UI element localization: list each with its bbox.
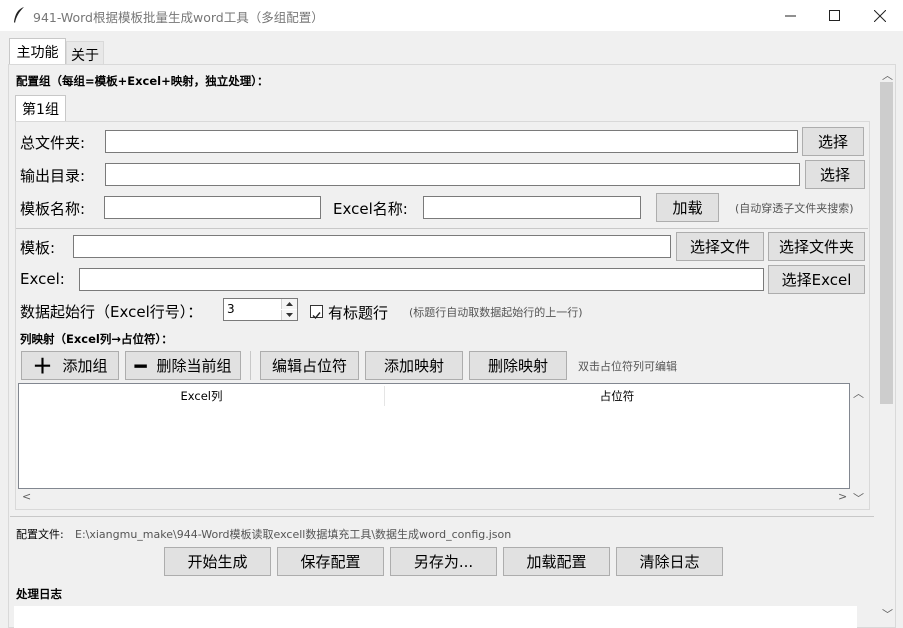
start-generate-button[interactable]: 开始生成 [164, 547, 271, 576]
select-excel-button[interactable]: 选择Excel [768, 265, 865, 294]
excel-name-label: Excel名称: [333, 200, 408, 218]
main-scrollbar[interactable]: ︿ [878, 66, 895, 626]
scroll-up-icon[interactable]: ︿ [882, 67, 893, 83]
template-label: 模板: [20, 239, 56, 257]
header-hint: (标题行自动取数据起始行的上一行) [409, 306, 583, 319]
minimize-button[interactable] [767, 0, 813, 31]
minus-icon: ━ [134, 353, 147, 378]
log-textarea[interactable] [14, 606, 857, 628]
delete-group-label: 删除当前组 [156, 357, 232, 375]
spin-down-icon[interactable] [281, 310, 297, 320]
root-folder-input[interactable] [105, 130, 798, 153]
feather-app-icon [14, 7, 24, 23]
save-config-button[interactable]: 保存配置 [277, 547, 384, 576]
start-row-label: 数据起始行（Excel行号）： [20, 303, 203, 321]
column-header-excel[interactable]: Excel列 [19, 384, 384, 408]
auto-search-hint: (自动穿透子文件夹搜索) [735, 202, 854, 215]
maximize-icon [828, 10, 840, 21]
excel-name-input[interactable] [423, 196, 641, 219]
bottom-divider [10, 516, 874, 517]
output-dir-select-button[interactable]: 选择 [805, 160, 865, 189]
template-name-label: 模板名称: [20, 200, 86, 218]
edit-hint: 双击占位符列可编辑 [578, 360, 677, 373]
has-header-label: 有标题行 [328, 304, 389, 322]
add-mapping-button[interactable]: 添加映射 [365, 351, 463, 380]
log-label: 处理日志 [16, 587, 62, 601]
toolbar-separator [250, 351, 251, 380]
output-dir-input[interactable] [105, 163, 800, 186]
has-header-checkbox[interactable] [310, 305, 323, 320]
table-scroll-right-icon[interactable]: > [838, 490, 847, 503]
plus-icon: ＋ [32, 353, 53, 378]
load-button[interactable]: 加载 [656, 193, 719, 222]
spin-up-icon[interactable] [281, 299, 297, 309]
load-config-button[interactable]: 加载配置 [503, 547, 610, 576]
edit-placeholder-button[interactable]: 编辑占位符 [260, 351, 359, 380]
table-scroll-up-icon[interactable]: ︿ [853, 385, 864, 401]
checkmark-icon [312, 312, 321, 320]
section-divider [16, 228, 868, 229]
title-bar: 941-Word根据模板批量生成word工具（多组配置） [0, 0, 903, 31]
start-row-spinbox[interactable]: 3 [223, 298, 298, 321]
tab-group-1[interactable]: 第1组 [15, 95, 66, 122]
tab-about[interactable]: 关于 [66, 41, 104, 65]
close-icon [874, 9, 886, 22]
mapping-table[interactable]: Excel列 占位符 [18, 383, 850, 489]
add-group-label: 添加组 [62, 357, 108, 375]
clear-log-button[interactable]: 清除日志 [616, 547, 723, 576]
select-folder-button[interactable]: 选择文件夹 [768, 232, 865, 261]
minimize-icon [784, 15, 796, 17]
config-groups-label: 配置组（每组=模板+Excel+映射，独立处理）： [16, 74, 269, 88]
column-header-placeholder[interactable]: 占位符 [385, 384, 849, 408]
window-title: 941-Word根据模板批量生成word工具（多组配置） [33, 10, 324, 25]
add-group-button[interactable]: ＋ 添加组 [21, 351, 119, 380]
root-folder-select-button[interactable]: 选择 [802, 127, 864, 156]
delete-mapping-button[interactable]: 删除映射 [469, 351, 567, 380]
save-as-button[interactable]: 另存为... [390, 547, 497, 576]
excel-label: Excel: [20, 270, 65, 288]
mapping-label: 列映射（Excel列→占位符）： [20, 332, 173, 346]
config-file-label: 配置文件: [16, 528, 64, 541]
tab-main[interactable]: 主功能 [9, 38, 66, 65]
scroll-down-icon[interactable]: ﹀ [882, 606, 893, 622]
maximize-button[interactable] [811, 0, 857, 31]
config-file-path: E:\xiangmu_make\944-Word模板读取excell数据填充工具… [75, 528, 512, 541]
template-path-input[interactable] [73, 235, 671, 258]
app-window: 941-Word根据模板批量生成word工具（多组配置） 主功能 关于 ︿ ﹀ … [0, 0, 903, 628]
table-scroll-left-icon[interactable]: < [22, 490, 31, 503]
table-scroll-down-icon[interactable]: ﹀ [853, 490, 864, 506]
delete-group-button[interactable]: ━ 删除当前组 [125, 351, 241, 380]
output-dir-label: 输出目录: [20, 167, 86, 185]
select-file-button[interactable]: 选择文件 [676, 232, 764, 261]
template-name-input[interactable] [104, 196, 321, 219]
close-button[interactable] [857, 0, 903, 31]
scrollbar-thumb[interactable] [880, 82, 893, 404]
root-folder-label: 总文件夹: [20, 134, 86, 152]
start-row-value: 3 [227, 302, 235, 316]
excel-path-input[interactable] [79, 268, 764, 291]
